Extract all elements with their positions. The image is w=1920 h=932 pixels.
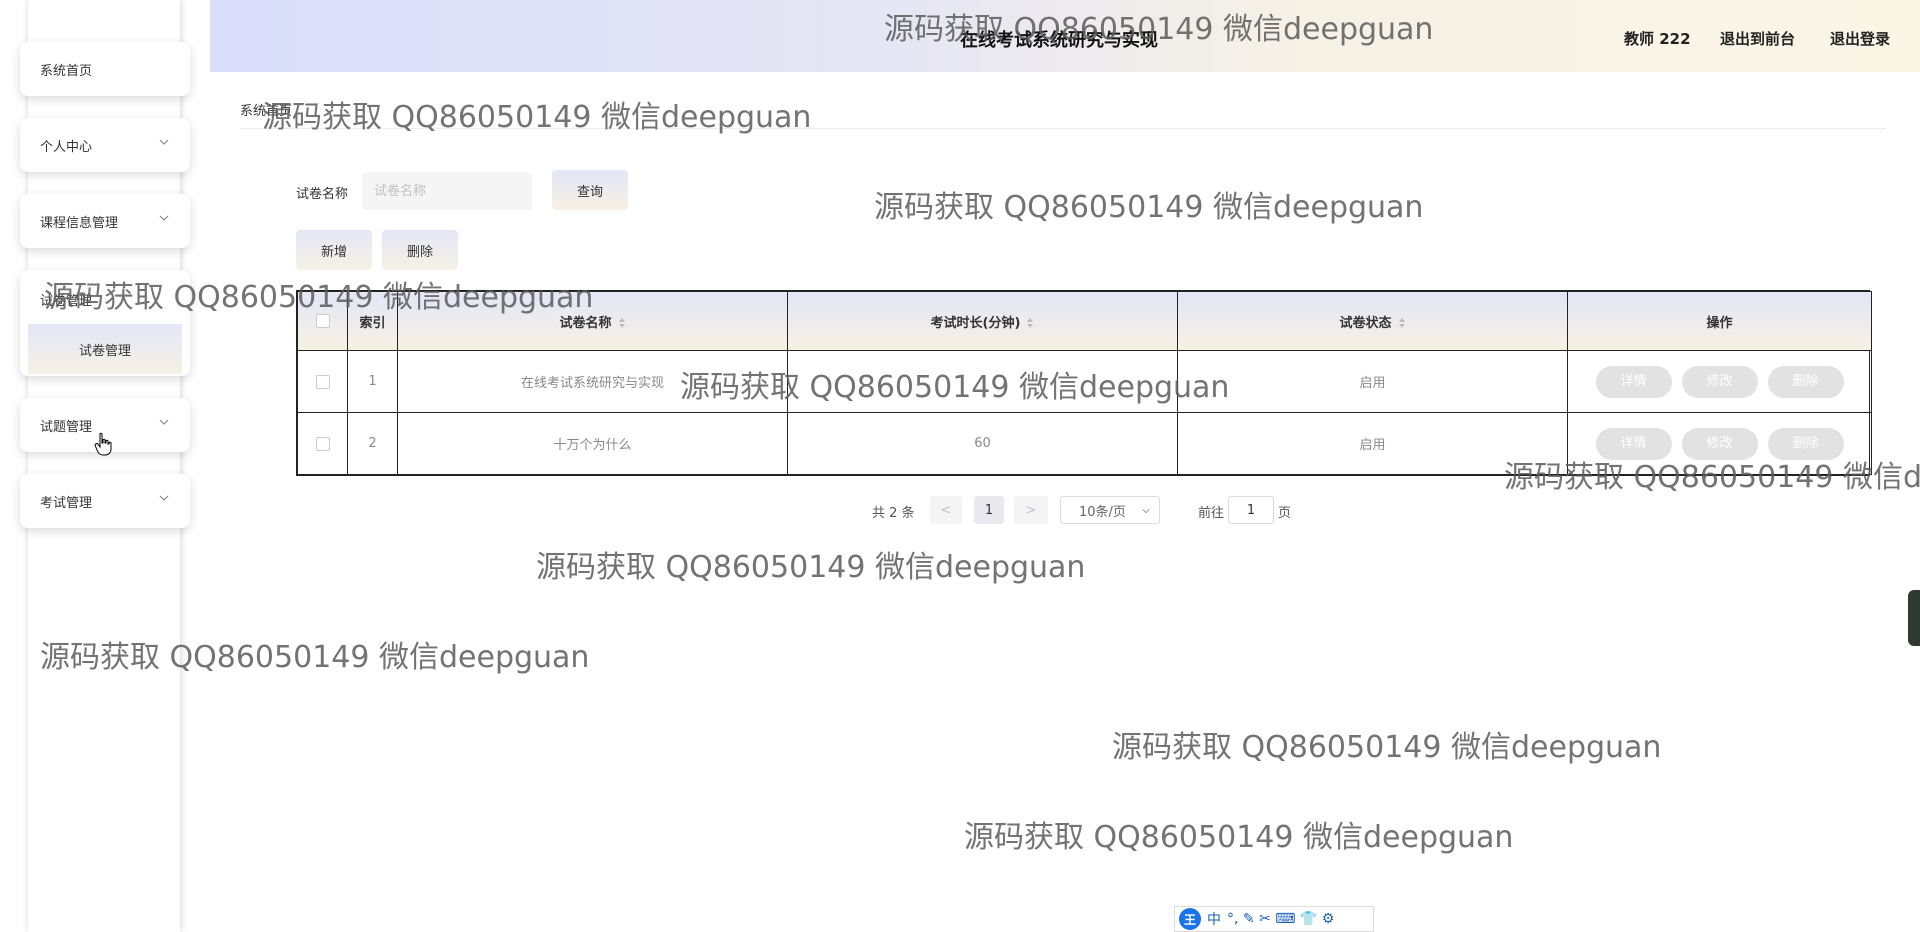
- watermark: 源码获取 QQ86050149 微信deepguan: [1112, 730, 1662, 765]
- ime-toolbar[interactable]: 王 中 °, ✎ ✂ ⌨ 👕 ⚙: [1174, 906, 1374, 932]
- page-number-button[interactable]: 1: [974, 496, 1004, 524]
- next-page-button[interactable]: >: [1014, 496, 1048, 524]
- column-header-actions: 操作: [1567, 291, 1872, 351]
- row-actions: 详情 修改 删除: [1567, 412, 1872, 475]
- row-duration: 60: [787, 412, 1178, 475]
- sort-icon[interactable]: [1026, 317, 1034, 329]
- goto-label: 前往: [1198, 506, 1225, 521]
- sort-icon[interactable]: [618, 317, 626, 329]
- row-delete-button[interactable]: 删除: [1767, 427, 1844, 460]
- row-select-cell: [297, 350, 348, 413]
- row-delete-button[interactable]: 删除: [1767, 365, 1844, 398]
- breadcrumb[interactable]: 系统首页: [240, 100, 292, 119]
- search-label: 试卷名称: [296, 187, 349, 202]
- row-index: 2: [347, 412, 398, 475]
- sidebar-item-label: 考试管理: [40, 495, 93, 511]
- add-button[interactable]: 新增: [296, 230, 372, 270]
- row-status: 启用: [1177, 350, 1568, 413]
- sidebar-item-label: 试卷管理: [40, 294, 93, 309]
- sidebar-item-home[interactable]: 系统首页: [20, 42, 190, 96]
- edit-button[interactable]: 修改: [1681, 427, 1758, 460]
- select-all-cell: [297, 291, 348, 351]
- column-header-label: 试卷名称: [559, 315, 612, 331]
- chevron-down-icon: [159, 139, 169, 145]
- ime-logo-icon[interactable]: 王: [1179, 908, 1201, 930]
- sidebar-item-personal-center[interactable]: 个人中心: [20, 118, 190, 172]
- sidebar-item-exam-management[interactable]: 考试管理: [20, 474, 190, 528]
- row-checkbox[interactable]: [315, 374, 330, 389]
- side-scroll-handle[interactable]: [1908, 590, 1920, 646]
- sidebar: 系统首页 个人中心 课程信息管理 试卷管理 试卷管理 试题管理 考试管理: [20, 0, 190, 932]
- sidebar-item-label: 试题管理: [40, 419, 93, 435]
- table-row: 2 十万个为什么 60 启用 详情 修改 删除: [297, 412, 1872, 475]
- chevron-down-icon: [159, 495, 169, 501]
- sidebar-item-paper-management[interactable]: 试卷管理 试卷管理: [20, 270, 190, 376]
- column-header-duration[interactable]: 考试时长(分钟): [787, 291, 1178, 351]
- goto-unit: 页: [1278, 506, 1292, 521]
- column-header-status[interactable]: 试卷状态: [1177, 291, 1568, 351]
- ime-tool-icons[interactable]: °, ✎ ✂ ⌨ 👕 ⚙: [1227, 911, 1334, 927]
- row-actions: 详情 修改 删除: [1567, 350, 1872, 413]
- sidebar-item-course-info[interactable]: 课程信息管理: [20, 194, 190, 248]
- query-button[interactable]: 查询: [552, 170, 628, 210]
- goto-page-input[interactable]: 1: [1228, 496, 1274, 524]
- table-header-row: 索引 试卷名称 考试时长(分钟) 试卷状态 操作: [297, 291, 1872, 351]
- delete-button[interactable]: 删除: [382, 230, 458, 270]
- row-status: 启用: [1177, 412, 1568, 475]
- select-all-checkbox[interactable]: [315, 314, 330, 328]
- paper-table: 索引 试卷名称 考试时长(分钟) 试卷状态 操作 1 在线考试系统研究与实现 启…: [296, 290, 1872, 476]
- chevron-down-icon: [159, 419, 169, 425]
- sort-icon[interactable]: [1398, 317, 1406, 329]
- row-paper-name: 十万个为什么: [397, 412, 788, 475]
- pagination-total: 共 2 条: [872, 506, 915, 521]
- breadcrumb-divider: [240, 128, 1886, 129]
- exit-to-front-link[interactable]: 退出到前台: [1720, 28, 1795, 49]
- sidebar-item-label: 系统首页: [40, 63, 93, 79]
- page-size-value: 10条/页: [1079, 504, 1126, 520]
- sidebar-subitem-paper-management[interactable]: 试卷管理: [28, 324, 182, 374]
- paper-name-search-input[interactable]: [362, 172, 532, 210]
- current-user: 教师 222: [1624, 30, 1691, 48]
- edit-button[interactable]: 修改: [1681, 365, 1758, 398]
- row-paper-name: 在线考试系统研究与实现: [397, 350, 788, 413]
- chevron-down-icon: [1142, 508, 1150, 514]
- sidebar-item-label: 个人中心: [40, 139, 93, 155]
- detail-button[interactable]: 详情: [1595, 365, 1672, 398]
- detail-button[interactable]: 详情: [1595, 427, 1672, 460]
- column-header-label: 考试时长(分钟): [930, 315, 1021, 331]
- hand-cursor-icon: [94, 432, 112, 456]
- prev-page-button[interactable]: <: [930, 496, 962, 524]
- watermark: 源码获取 QQ86050149 微信deepguan: [874, 190, 1424, 225]
- watermark: 源码获取 QQ86050149 微信deepguan: [536, 550, 1086, 585]
- column-header-paper-name[interactable]: 试卷名称: [397, 291, 788, 351]
- watermark: 源码获取 QQ86050149 微信deepguan: [964, 820, 1514, 855]
- table-row: 1 在线考试系统研究与实现 启用 详情 修改 删除: [297, 350, 1872, 413]
- row-checkbox[interactable]: [315, 436, 330, 451]
- row-select-cell: [297, 412, 348, 475]
- chevron-down-icon: [159, 215, 169, 221]
- watermark: 源码获取 QQ86050149 微信deepguan: [262, 100, 812, 135]
- sidebar-item-label: 课程信息管理: [40, 215, 119, 231]
- column-header-index: 索引: [347, 291, 398, 351]
- column-header-label: 试卷状态: [1339, 315, 1392, 331]
- ime-mode-toggle[interactable]: 中: [1207, 909, 1221, 929]
- site-title: 在线考试系统研究与实现: [960, 30, 1158, 51]
- column-header-label: 操作: [1706, 315, 1733, 331]
- column-header-label: 索引: [359, 315, 386, 331]
- row-duration: [787, 350, 1178, 413]
- sidebar-subitem-label: 试卷管理: [78, 343, 131, 359]
- page-size-select[interactable]: 10条/页: [1060, 496, 1160, 524]
- row-index: 1: [347, 350, 398, 413]
- logout-link[interactable]: 退出登录: [1830, 28, 1890, 49]
